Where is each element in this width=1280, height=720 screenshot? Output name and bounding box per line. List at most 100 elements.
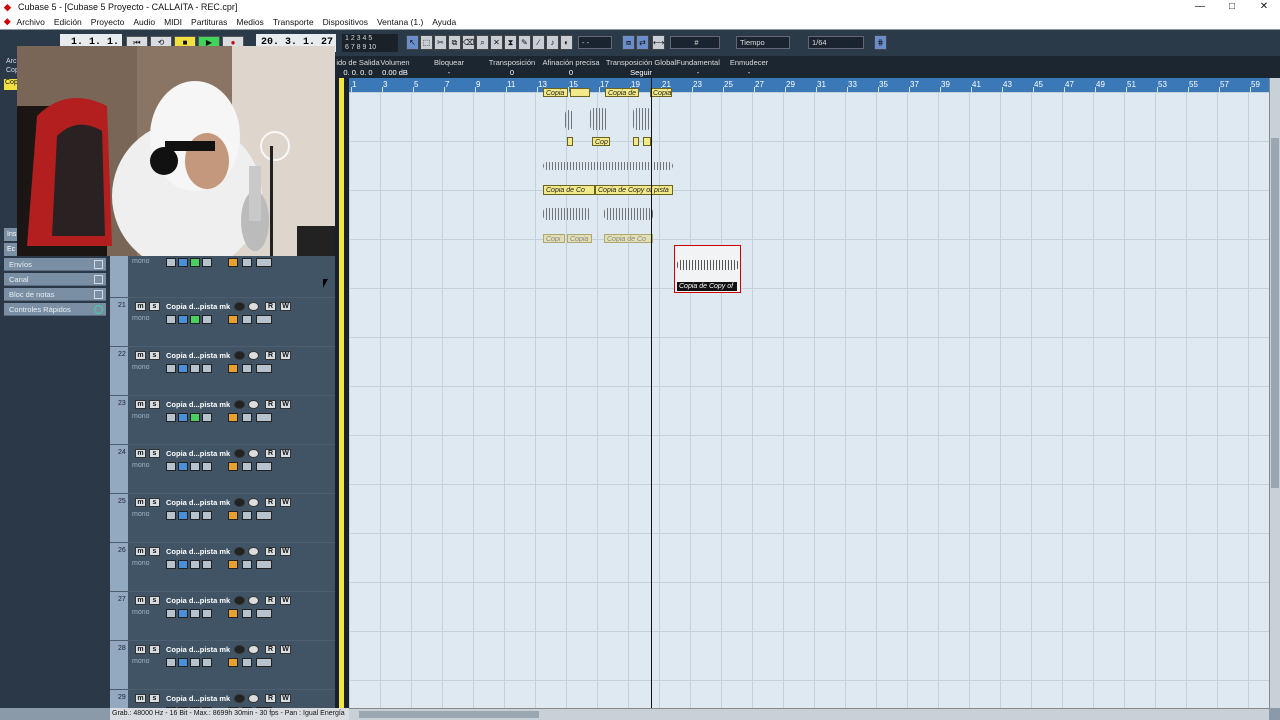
edit-channel-icon[interactable] — [166, 462, 176, 471]
inspector-controles-rapidos[interactable]: Controles Rápidos — [4, 303, 106, 316]
object-select-tool-icon[interactable]: ↖ — [406, 35, 419, 50]
audio-part[interactable] — [633, 137, 639, 146]
solo-button[interactable]: s — [149, 498, 160, 507]
edit-channel-icon[interactable] — [166, 258, 176, 267]
info-output[interactable]: ido de Salida 0. 0. 0. 0 — [335, 58, 381, 77]
folder-icon[interactable] — [242, 462, 252, 471]
menu-audio[interactable]: Audio — [133, 17, 155, 27]
audio-part[interactable]: Copi — [543, 234, 565, 243]
lanes-icon[interactable] — [202, 511, 212, 520]
folder-icon[interactable] — [242, 560, 252, 569]
inspector-bloc-notas[interactable]: Bloc de notas — [4, 288, 106, 301]
scroll-thumb[interactable] — [1271, 138, 1279, 488]
record-enable-icon[interactable] — [190, 315, 200, 324]
record-enable-icon[interactable] — [190, 258, 200, 267]
audio-part[interactable]: Copia de Co — [543, 185, 595, 195]
monitor-speaker-icon[interactable] — [248, 302, 259, 311]
track-row[interactable]: 23 m s Copia d...pista mk R W mono — [110, 396, 335, 445]
erase-tool-icon[interactable]: ⌫ — [462, 35, 475, 50]
solo-button[interactable]: s — [149, 302, 160, 311]
menu-dispositivos[interactable]: Dispositivos — [323, 17, 368, 27]
monitor-icon[interactable] — [178, 413, 188, 422]
track-row[interactable]: 21 m s Copia d...pista mk R W mono — [110, 298, 335, 347]
record-arm-icon[interactable] — [234, 694, 245, 703]
edit-channel-icon[interactable] — [166, 609, 176, 618]
timebase-icon[interactable] — [228, 560, 238, 569]
timebase-icon[interactable] — [228, 658, 238, 667]
edit-channel-icon[interactable] — [166, 315, 176, 324]
monitor-speaker-icon[interactable] — [248, 351, 259, 360]
track-row[interactable]: 28 m s Copia d...pista mk R W mono — [110, 641, 335, 690]
lanes-icon[interactable] — [202, 462, 212, 471]
track-name[interactable]: Copia d...pista mk — [166, 645, 230, 654]
monitor-icon[interactable] — [178, 462, 188, 471]
read-automation-button[interactable]: R — [265, 596, 276, 605]
menu-proyecto[interactable]: Proyecto — [91, 17, 125, 27]
record-arm-icon[interactable] — [234, 400, 245, 409]
solo-button[interactable]: s — [149, 449, 160, 458]
monitor-icon[interactable] — [178, 511, 188, 520]
monitor-speaker-icon[interactable] — [248, 449, 259, 458]
write-automation-button[interactable]: W — [280, 547, 291, 556]
record-enable-icon[interactable] — [190, 658, 200, 667]
write-automation-button[interactable]: W — [280, 351, 291, 360]
inspector-envios[interactable]: Envíos — [4, 258, 106, 271]
audio-part[interactable]: Copia de Copy of pista — [595, 185, 673, 195]
audio-part[interactable] — [570, 88, 590, 97]
automation-icon[interactable] — [256, 413, 272, 422]
maximize-button[interactable]: □ — [1216, 0, 1248, 14]
audio-part[interactable]: Copia — [543, 88, 568, 97]
mute-button[interactable]: m — [135, 498, 146, 507]
record-enable-icon[interactable] — [190, 511, 200, 520]
info-transpose[interactable]: Transposición 0 — [485, 58, 539, 77]
record-arm-icon[interactable] — [234, 302, 245, 311]
menu-partituras[interactable]: Partituras — [191, 17, 227, 27]
play-tool-icon[interactable]: ♪ — [546, 35, 559, 50]
automation-icon[interactable] — [256, 511, 272, 520]
read-automation-button[interactable]: R — [265, 645, 276, 654]
solo-button[interactable]: s — [149, 694, 160, 703]
read-automation-button[interactable]: R — [265, 400, 276, 409]
folder-icon[interactable] — [242, 511, 252, 520]
monitor-speaker-icon[interactable] — [248, 596, 259, 605]
timebase-icon[interactable] — [228, 511, 238, 520]
record-enable-icon[interactable] — [190, 462, 200, 471]
track-20[interactable]: mono — [110, 252, 335, 298]
monitor-speaker-icon[interactable] — [248, 400, 259, 409]
audio-part[interactable]: Copia — [650, 88, 672, 97]
track-name[interactable]: Copia d...pista mk — [166, 449, 230, 458]
monitor-speaker-icon[interactable] — [248, 694, 259, 703]
menu-ayuda[interactable]: Ayuda — [432, 17, 456, 27]
lanes-icon[interactable] — [202, 364, 212, 373]
edit-channel-icon[interactable] — [166, 560, 176, 569]
scroll-thumb[interactable] — [359, 711, 539, 718]
mute-tool-icon[interactable]: ✕ — [490, 35, 503, 50]
audio-part[interactable]: Copia — [567, 234, 592, 243]
solo-button[interactable]: s — [149, 547, 160, 556]
menu-edicion[interactable]: Edición — [54, 17, 82, 27]
timebase-icon[interactable] — [228, 462, 238, 471]
automation-icon[interactable] — [256, 364, 272, 373]
write-automation-button[interactable]: W — [280, 302, 291, 311]
edit-channel-icon[interactable] — [166, 413, 176, 422]
color-tool-icon[interactable]: ◐ — [560, 35, 573, 50]
info-mute[interactable]: Enmudecer - — [727, 58, 771, 77]
menu-transporte[interactable]: Transporte — [273, 17, 314, 27]
edit-channel-icon[interactable] — [166, 658, 176, 667]
solo-button[interactable]: s — [149, 645, 160, 654]
lanes-icon[interactable] — [202, 413, 212, 422]
folder-icon[interactable] — [242, 364, 252, 373]
record-enable-icon[interactable] — [190, 609, 200, 618]
mute-button[interactable]: m — [135, 547, 146, 556]
draw-tool-icon[interactable]: ✎ — [518, 35, 531, 50]
track-name[interactable]: Copia d...pista mk — [166, 302, 230, 311]
folder-icon[interactable] — [242, 258, 252, 267]
timebase-icon[interactable] — [228, 413, 238, 422]
record-enable-icon[interactable] — [190, 364, 200, 373]
mute-button[interactable]: m — [135, 302, 146, 311]
event-display[interactable] — [349, 92, 1269, 708]
folder-icon[interactable] — [242, 609, 252, 618]
write-automation-button[interactable]: W — [280, 400, 291, 409]
close-button[interactable]: ✕ — [1248, 0, 1280, 14]
mute-button[interactable]: m — [135, 694, 146, 703]
